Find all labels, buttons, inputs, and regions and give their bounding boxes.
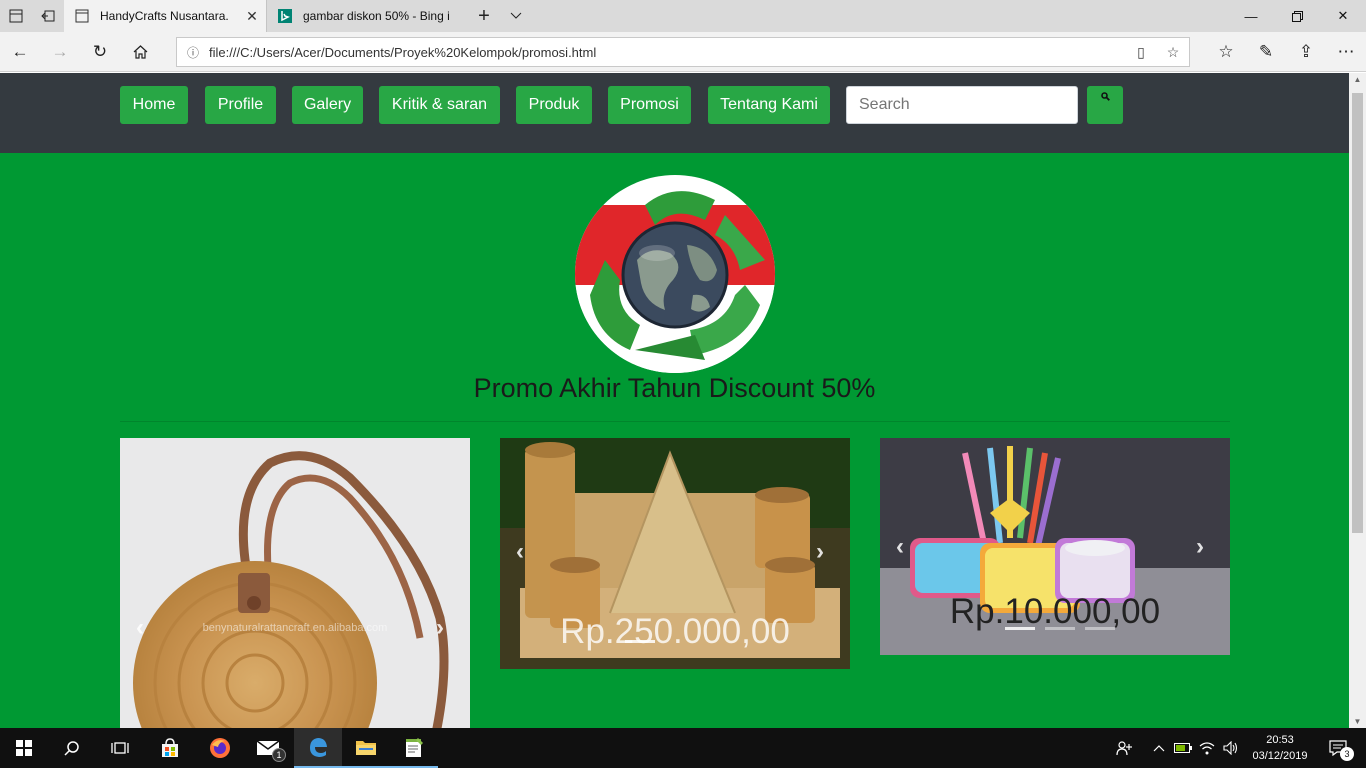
battery-icon[interactable] [1172,728,1194,768]
action-center-icon[interactable]: 3 [1318,728,1358,768]
share-icon[interactable]: ⇪ [1286,32,1326,72]
forward-arrow-icon[interactable]: → [40,32,80,72]
tab-handycrafts[interactable]: HandyCrafts Nusantara. ✕ [64,0,266,32]
tab-bing[interactable]: gambar diskon 50% - Bing i [266,0,466,32]
clock-time: 20:53 [1266,734,1294,746]
page-icon [74,8,90,24]
notification-badge: 3 [1340,747,1354,761]
address-bar[interactable]: ⓘ file:///C:/Users/Acer/Documents/Proyek… [176,37,1190,67]
scrollbar-thumb[interactable] [1352,93,1363,533]
search-input[interactable] [846,86,1078,124]
search-icon[interactable] [48,728,96,768]
favorites-hub-icon[interactable]: ☆ [1206,32,1246,72]
carousel-prev-arrow-icon[interactable]: ‹ [136,614,144,642]
back-arrow-icon[interactable]: ← [0,32,40,72]
image-watermark: benynaturalrattancraft.en.alibaba.com [203,622,388,634]
favorite-star-icon[interactable]: ☆ [1157,44,1189,61]
nav-galery-button[interactable]: Galery [292,86,363,124]
site-navbar: Home Profile Galery Kritik & saran Produ… [0,73,1349,153]
edge-browser-icon[interactable] [294,728,342,768]
people-icon[interactable] [1110,728,1138,768]
home-icon[interactable] [120,32,160,72]
tab-preview-chevron-icon[interactable] [500,0,532,32]
close-tab-icon[interactable]: ✕ [238,8,266,25]
mail-icon[interactable]: 1 [244,728,292,768]
page-viewport: Home Profile Galery Kritik & saran Produ… [0,73,1349,728]
carousel-next-arrow-icon[interactable]: › [1196,533,1204,561]
file-explorer-icon[interactable] [342,728,390,768]
reading-view-icon[interactable]: ▯ [1125,44,1157,61]
address-bar-row: ← → ↻ ⓘ file:///C:/Users/Acer/Documents/… [0,32,1366,72]
minimize-icon[interactable]: — [1228,0,1274,32]
carousel-indicator[interactable] [1085,627,1115,630]
nav-profile-button[interactable]: Profile [205,86,276,124]
nav-kritik-saran-button[interactable]: Kritik & saran [379,86,500,124]
show-hidden-icons-chevron-icon[interactable] [1148,728,1170,768]
site-logo [575,175,775,373]
nav-promosi-button[interactable]: Promosi [608,86,691,124]
product-card-rattan-bag: benynaturalrattancraft.en.alibaba.com ‹ … [120,438,470,728]
carousel-prev-arrow-icon[interactable]: ‹ [896,533,904,561]
task-view-icon[interactable] [96,728,144,768]
set-tabs-aside-icon[interactable] [32,0,64,32]
search-button[interactable] [1087,86,1123,124]
mail-badge: 1 [272,748,286,762]
windows-start-icon[interactable] [0,728,48,768]
scroll-up-arrow-icon[interactable]: ▲ [1349,75,1366,84]
browser-tab-strip: HandyCrafts Nusantara. ✕ gambar diskon 5… [0,0,1366,32]
carousel-prev-arrow-icon[interactable]: ‹ [516,538,524,566]
carousel-next-arrow-icon[interactable]: › [436,614,444,642]
nav-tentang-kami-button[interactable]: Tentang Kami [708,86,830,124]
carousel-next-arrow-icon[interactable]: › [816,538,824,566]
promo-title: Promo Akhir Tahun Discount 50% [473,373,876,403]
clock-date: 03/12/2019 [1252,750,1308,762]
firefox-icon[interactable] [196,728,244,768]
bing-icon [277,8,293,24]
windows-taskbar: 1 20:53 03/12/2019 3 [0,728,1366,768]
carousel-indicator[interactable] [1045,627,1075,630]
web-notes-pen-icon[interactable]: ✎ [1246,32,1286,72]
store-icon[interactable] [146,728,194,768]
tab-title: HandyCrafts Nusantara. [100,9,229,23]
notepad-plus-plus-icon[interactable] [390,728,438,768]
wifi-icon[interactable] [1196,728,1218,768]
divider [120,421,1230,422]
nav-home-button[interactable]: Home [120,86,188,124]
volume-icon[interactable] [1220,728,1242,768]
new-tab-icon[interactable]: + [468,0,500,32]
product-price: Rp.250.000,00 [560,612,790,651]
info-icon[interactable]: ⓘ [177,44,209,61]
restore-icon[interactable] [1274,0,1320,32]
nav-produk-button[interactable]: Produk [516,86,592,124]
url-text: file:///C:/Users/Acer/Documents/Proyek%2… [209,44,597,60]
product-card-bamboo-set: Rp.250.000,00 ‹ › [500,438,850,669]
carousel-indicator[interactable] [1005,627,1035,630]
tab-title: gambar diskon 50% - Bing i [303,9,450,23]
more-menu-icon[interactable]: ⋯ [1326,32,1366,72]
carousel-indicator[interactable] [625,640,655,643]
taskbar-clock[interactable]: 20:53 03/12/2019 [1246,732,1314,764]
product-card-pencil-holder: Rp.10.000,00 ‹ › [880,438,1230,655]
product-price: Rp.10.000,00 [949,592,1161,631]
close-window-icon[interactable]: ✕ [1320,0,1366,32]
rattan-bag-image: benynaturalrattancraft.en.alibaba.com [133,451,449,728]
page-scrollbar[interactable]: ▲ ▼ [1349,73,1366,728]
search-icon [1100,92,1110,101]
refresh-icon[interactable]: ↻ [80,32,120,72]
tab-list-icon[interactable] [0,0,32,32]
scroll-down-arrow-icon[interactable]: ▼ [1349,717,1366,726]
